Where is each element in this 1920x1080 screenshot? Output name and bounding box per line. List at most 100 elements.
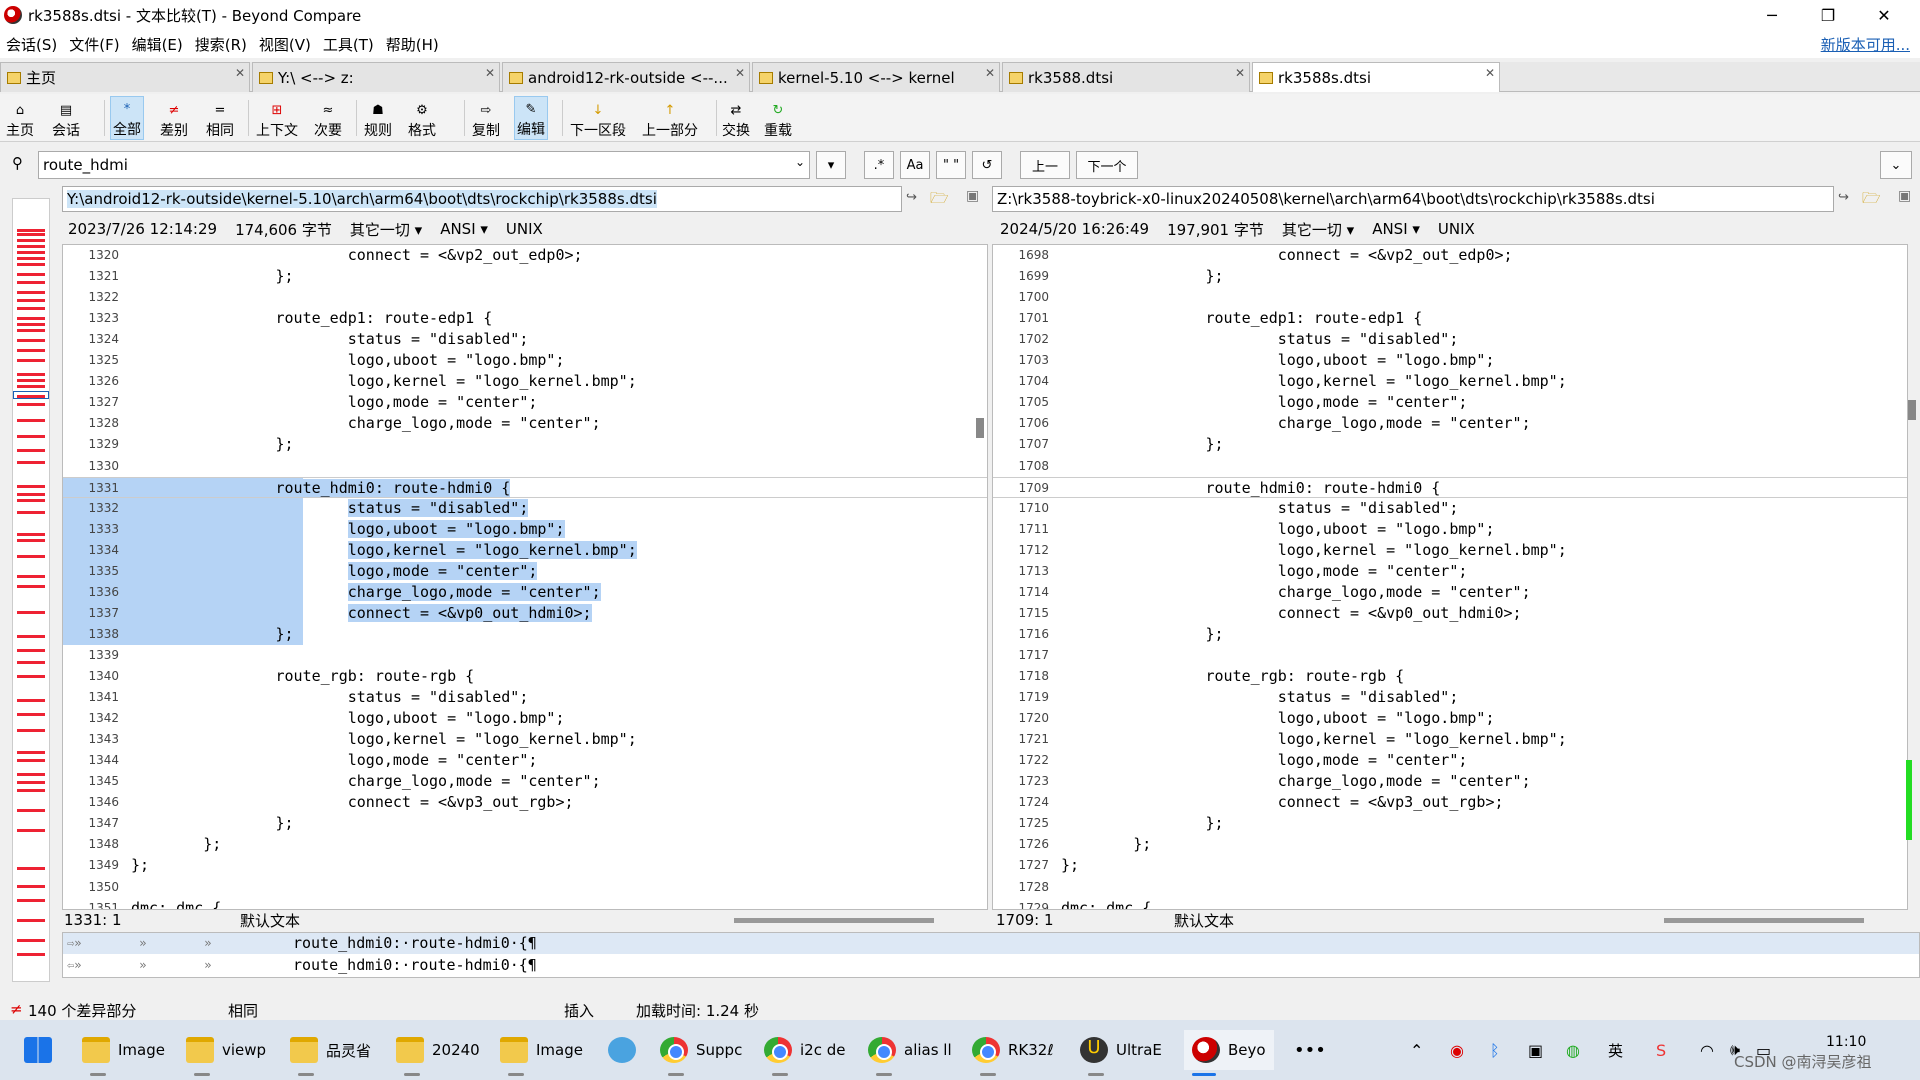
difference-marker[interactable] xyxy=(17,781,45,784)
difference-marker[interactable] xyxy=(17,539,45,542)
wifi-icon[interactable]: ◠ xyxy=(1700,1030,1714,1070)
left-code-line[interactable]: 1334 logo,kernel = "logo_kernel.bmp"; xyxy=(63,539,987,561)
difference-marker[interactable] xyxy=(17,759,45,762)
right-code-line[interactable]: 1718 route_rgb: route-rgb { xyxy=(993,666,1907,687)
left-code-line[interactable]: 1335 logo,mode = "center"; xyxy=(63,560,987,582)
refresh-search-button[interactable]: ↺ xyxy=(972,151,1002,179)
difference-marker[interactable] xyxy=(17,661,45,664)
right-code-line[interactable]: 1699 }; xyxy=(993,266,1907,287)
difference-marker[interactable] xyxy=(17,499,45,502)
left-code-line[interactable]: 1331 route_hdmi0: route-hdmi0 { xyxy=(63,476,987,498)
difference-marker[interactable] xyxy=(17,263,45,266)
left-code-line[interactable]: 1348 }; xyxy=(63,834,987,855)
show-diffs-button[interactable]: ≠ 差别 xyxy=(158,96,190,140)
tray-app-icon[interactable]: ◉ xyxy=(1450,1030,1464,1070)
left-code-line[interactable]: 1338 }; xyxy=(63,623,987,645)
home-button[interactable]: ⌂ 主页 xyxy=(4,96,36,140)
right-code-line[interactable]: 1717 xyxy=(993,645,1907,666)
difference-marker[interactable] xyxy=(17,245,45,248)
close-tab-icon[interactable]: ✕ xyxy=(1485,66,1495,80)
taskbar-overflow[interactable]: ••• xyxy=(1294,1030,1326,1070)
difference-marker[interactable] xyxy=(17,635,45,638)
left-code-line[interactable]: 1324 status = "disabled"; xyxy=(63,329,987,350)
difference-marker[interactable] xyxy=(17,485,45,488)
left-code-line[interactable]: 1350 xyxy=(63,877,987,898)
left-code-line[interactable]: 1345 charge_logo,mode = "center"; xyxy=(63,771,987,792)
right-code-line[interactable]: 1705 logo,mode = "center"; xyxy=(993,392,1907,413)
line-detail-pane[interactable]: ⇨» » » route_hdmi0:·route-hdmi0·{¶ ⇦» » »… xyxy=(62,932,1920,978)
difference-marker[interactable] xyxy=(17,699,45,702)
taskbar-chrome-2[interactable]: i2c de xyxy=(764,1030,845,1076)
left-code-line[interactable]: 1336 charge_logo,mode = "center"; xyxy=(63,581,987,603)
regex-toggle[interactable]: .* xyxy=(864,151,894,179)
collapse-findbar-button[interactable]: ⌄ xyxy=(1880,151,1912,179)
difference-marker[interactable] xyxy=(17,789,45,792)
format-button[interactable]: ⚙ 格式 xyxy=(406,96,438,140)
tab-rk3588-dtsi[interactable]: rk3588.dtsi ✕ xyxy=(1002,62,1250,92)
left-code-line[interactable]: 1326 logo,kernel = "logo_kernel.bmp"; xyxy=(63,371,987,392)
minor-button[interactable]: ≈ 次要 xyxy=(312,96,344,140)
close-button[interactable]: ✕ xyxy=(1856,0,1912,30)
difference-marker[interactable] xyxy=(17,533,45,536)
close-tab-icon[interactable]: ✕ xyxy=(1235,66,1245,80)
left-code-line[interactable]: 1327 logo,mode = "center"; xyxy=(63,392,987,413)
difference-marker[interactable] xyxy=(17,317,45,320)
difference-overview-map[interactable] xyxy=(12,198,50,982)
menu-edit[interactable]: 编辑(E) xyxy=(126,34,189,55)
difference-marker[interactable] xyxy=(17,511,45,514)
difference-marker[interactable] xyxy=(17,329,45,332)
left-encoding-dropdown[interactable]: ANSI ▾ xyxy=(440,220,488,238)
difference-marker[interactable] xyxy=(17,229,45,232)
left-code-line[interactable]: 1337 connect = <&vp0_out_hdmi0>; xyxy=(63,602,987,624)
find-prev-button[interactable]: 上一 xyxy=(1020,151,1070,179)
right-code-line[interactable]: 1700 xyxy=(993,287,1907,308)
viewport-indicator[interactable] xyxy=(13,391,49,399)
menu-session[interactable]: 会话(S) xyxy=(0,34,63,55)
left-hscroll-thumb[interactable] xyxy=(734,918,934,923)
update-available-link[interactable]: 新版本可用... xyxy=(1821,34,1910,55)
right-path-history-icon[interactable]: ↪ xyxy=(1838,190,1849,205)
taskbar-explorer-1[interactable]: Image xyxy=(82,1030,165,1076)
tab-rk3588s-dtsi[interactable]: rk3588s.dtsi ✕ xyxy=(1252,62,1500,92)
right-code-line[interactable]: 1723 charge_logo,mode = "center"; xyxy=(993,771,1907,792)
right-code-line[interactable]: 1713 logo,mode = "center"; xyxy=(993,561,1907,582)
difference-marker[interactable] xyxy=(17,713,45,716)
difference-marker[interactable] xyxy=(17,359,45,362)
show-all-button[interactable]: * 全部 xyxy=(110,96,144,140)
difference-marker[interactable] xyxy=(17,419,45,422)
close-tab-icon[interactable]: ✕ xyxy=(985,66,995,80)
left-code-line[interactable]: 1333 logo,uboot = "logo.bmp"; xyxy=(63,518,987,540)
close-tab-icon[interactable]: ✕ xyxy=(485,66,495,80)
bluetooth-icon[interactable]: ᛒ xyxy=(1490,1030,1500,1070)
tab-home[interactable]: 主页 ✕ xyxy=(0,62,250,92)
clock-time[interactable]: 11:10 xyxy=(1826,1032,1866,1052)
difference-marker[interactable] xyxy=(17,773,45,776)
search-input[interactable]: route_hdmi ⌄ xyxy=(38,151,810,179)
difference-marker[interactable] xyxy=(17,953,45,956)
left-path-history-icon[interactable]: ↪ xyxy=(906,190,917,205)
reload-button[interactable]: ↻ 重载 xyxy=(762,96,794,140)
show-same-button[interactable]: = 相同 xyxy=(204,96,236,140)
taskbar-explorer-2[interactable]: viewp xyxy=(186,1030,266,1076)
taskbar-chrome-4[interactable]: RK32ℓ xyxy=(972,1030,1054,1076)
difference-marker[interactable] xyxy=(17,323,45,326)
menu-file[interactable]: 文件(F) xyxy=(63,34,125,55)
right-code-line[interactable]: 1724 connect = <&vp3_out_rgb>; xyxy=(993,792,1907,813)
right-code-line[interactable]: 1712 logo,kernel = "logo_kernel.bmp"; xyxy=(993,540,1907,561)
left-code-line[interactable]: 1323 route_edp1: route-edp1 { xyxy=(63,308,987,329)
taskbar-chrome-3[interactable]: alias ll xyxy=(868,1030,952,1076)
difference-marker[interactable] xyxy=(17,575,45,578)
left-code-line[interactable]: 1340 route_rgb: route-rgb { xyxy=(63,666,987,687)
input-language[interactable]: 英 xyxy=(1608,1030,1623,1070)
tray-notify-icon[interactable]: ▣ xyxy=(1528,1030,1543,1070)
right-code-line[interactable]: 1721 logo,kernel = "logo_kernel.bmp"; xyxy=(993,729,1907,750)
right-code-line[interactable]: 1710 status = "disabled"; xyxy=(993,498,1907,519)
right-code-line[interactable]: 1709 route_hdmi0: route-hdmi0 { xyxy=(993,476,1907,498)
difference-marker[interactable] xyxy=(17,885,45,888)
difference-marker[interactable] xyxy=(17,349,45,352)
wechat-icon[interactable]: ◍ xyxy=(1566,1030,1580,1070)
right-code-line[interactable]: 1701 route_edp1: route-edp1 { xyxy=(993,308,1907,329)
difference-marker[interactable] xyxy=(17,675,45,678)
right-hscroll-thumb[interactable] xyxy=(1664,918,1864,923)
difference-marker[interactable] xyxy=(17,403,45,406)
